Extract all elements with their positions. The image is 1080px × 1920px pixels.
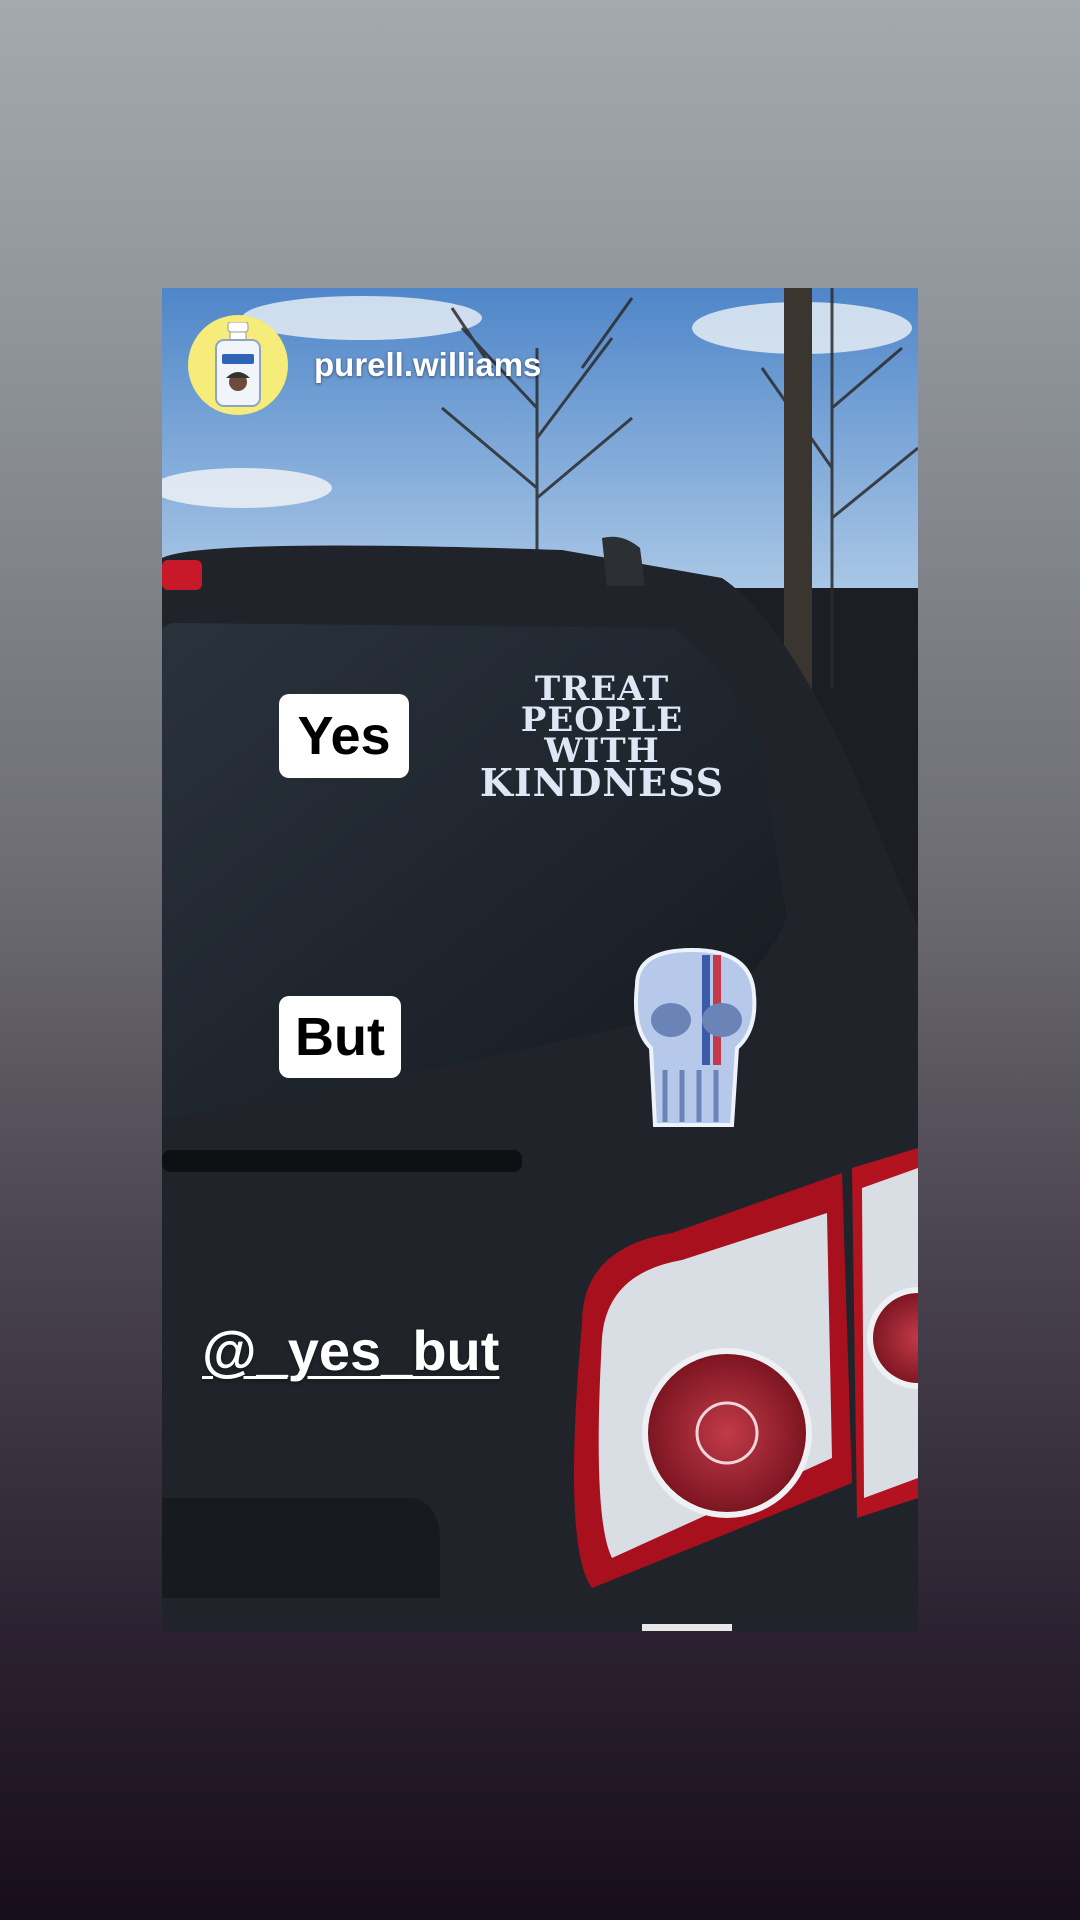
story-photo: purell.williams TREAT PEOPLE WITH KINDNE… — [162, 288, 918, 1631]
but-label: But — [279, 996, 401, 1078]
car-rear-photo — [162, 288, 918, 1631]
story-author[interactable]: purell.williams — [188, 315, 541, 415]
sticker-line: KINDNESS — [479, 760, 725, 805]
kindness-sticker: TREAT PEOPLE WITH KINDNESS — [462, 672, 742, 805]
hand-sanitizer-bottle-icon — [215, 322, 261, 407]
username[interactable]: purell.williams — [314, 346, 541, 384]
yes-label: Yes — [279, 694, 409, 778]
avatar[interactable] — [188, 315, 288, 415]
mention-tag[interactable]: @_yes_but — [202, 1318, 499, 1383]
